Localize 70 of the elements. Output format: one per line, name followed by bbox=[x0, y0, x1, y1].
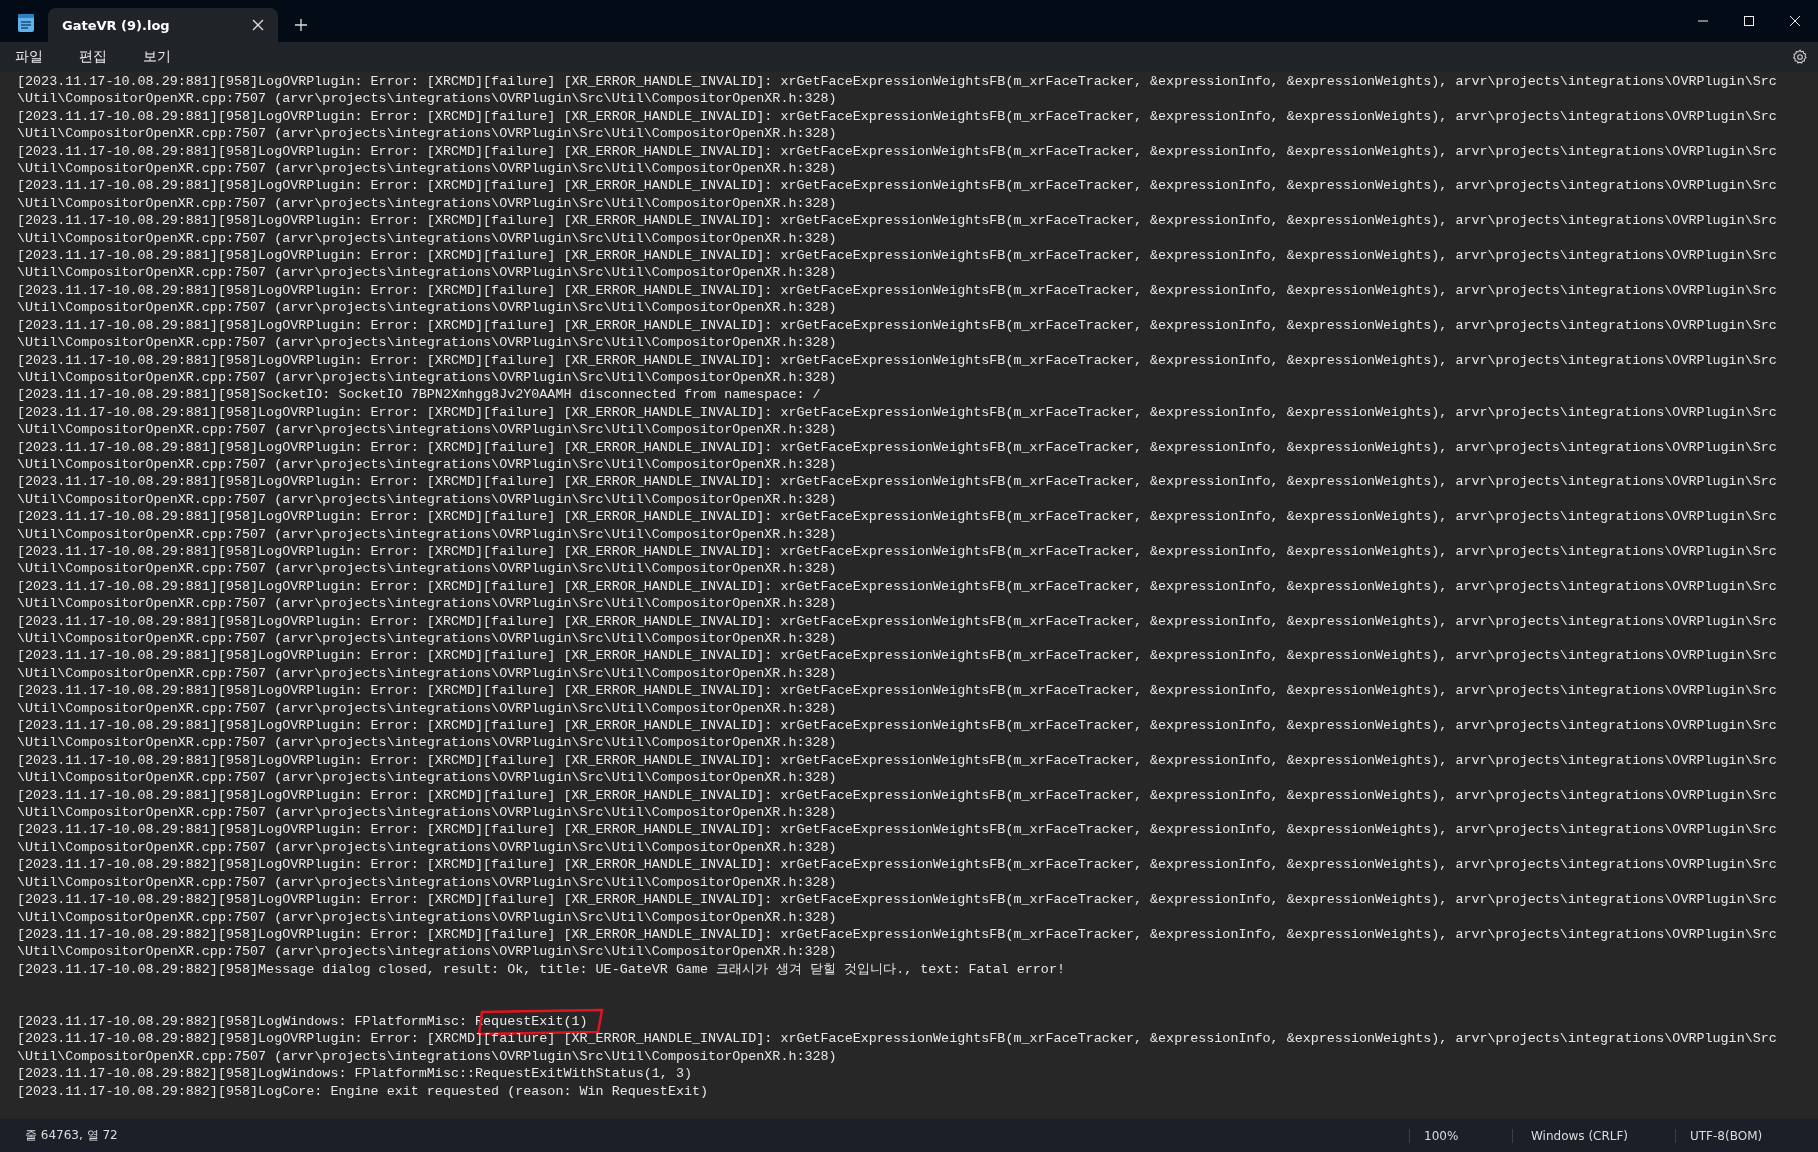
log-line: \Util\CompositorOpenXR.cpp:7507 (arvr\projects\integrations\OVRPlugin\Src\Util\CompositorOpenXR.h:328) bbox=[17, 194, 837, 213]
log-line: \Util\CompositorOpenXR.cpp:7507 (arvr\projects\integrations\OVRPlugin\Src\Util\CompositorOpenXR.h:328) bbox=[17, 455, 837, 474]
log-line: [2023.11.17-10.08.29:881][958]LogOVRPlugin: Error: [XRCMD][failure] [XR_ERROR_HANDLE_INVALID]: xrGetFaceExpressionWeightsFB(m_xrFaceTracker, &expressionInfo, &expressionWeights), arvr\projects\integrations\OVRPlugin\Src bbox=[17, 212, 1777, 230]
log-line: [2023.11.17-10.08.29:881][958]LogOVRPlugin: Error: [XRCMD][failure] [XR_ERROR_HANDLE_INVALID]: xrGetFaceExpressionWeightsFB(m_xrFaceTracker, &expressionInfo, &expressionWeights), arvr\projects\integrations\OVRPlugin\Src bbox=[17, 142, 1777, 161]
log-line: \Util\CompositorOpenXR.cpp:7507 (arvr\projects\integrations\OVRPlugin\Src\Util\CompositorOpenXR.h:328) bbox=[17, 525, 837, 543]
cursor-position: 줄 64763, 열 72 bbox=[24, 1127, 119, 1144]
log-line: \Util\CompositorOpenXR.cpp:7507 (arvr\projects\integrations\OVRPlugin\Src\Util\CompositorOpenXR.h:328) bbox=[17, 838, 837, 857]
notepad-icon bbox=[16, 13, 36, 33]
log-line: \Util\CompositorOpenXR.cpp:7507 (arvr\projects\integrations\OVRPlugin\Src\Util\CompositorOpenXR.h:328) bbox=[17, 699, 837, 718]
log-line: [2023.11.17-10.08.29:882][958]Message dialog closed, result: Ok, title: UE-GateVR Game 크래시가 생겨 닫힐 것입니다., text: Fatal error! bbox=[17, 960, 1065, 979]
log-line: \Util\CompositorOpenXR.cpp:7507 (arvr\projects\integrations\OVRPlugin\Src\Util\CompositorOpenXR.h:328) bbox=[17, 125, 837, 143]
log-line: \Util\CompositorOpenXR.cpp:7507 (arvr\projects\integrations\OVRPlugin\Src\Util\CompositorOpenXR.h:328) bbox=[17, 908, 837, 926]
log-line: [2023.11.17-10.08.29:881][958]LogOVRPlugin: Error: [XRCMD][failure] [XR_ERROR_HANDLE_INVALID]: xrGetFaceExpressionWeightsFB(m_xrFaceTracker, &expressionInfo, &expressionWeights), arvr\projects\integrations\OVRPlugin\Src bbox=[17, 247, 1777, 265]
log-line: \Util\CompositorOpenXR.cpp:7507 (arvr\projects\integrations\OVRPlugin\Src\Util\CompositorOpenXR.h:328) bbox=[17, 421, 837, 439]
log-line: [2023.11.17-10.08.29:881][958]LogOVRPlugin: Error: [XRCMD][failure] [XR_ERROR_HANDLE_INVALID]: xrGetFaceExpressionWeightsFB(m_xrFaceTracker, &expressionInfo, &expressionWeights), arvr\projects\integrations\OVRPlugin\Src bbox=[17, 786, 1777, 805]
log-line: \Util\CompositorOpenXR.cpp:7507 (arvr\projects\integrations\OVRPlugin\Src\Util\CompositorOpenXR.h:328) bbox=[17, 873, 837, 892]
log-line: [2023.11.17-10.08.29:882][958]LogOVRPlugin: Error: [XRCMD][failure] [XR_ERROR_HANDLE_INVALID]: xrGetFaceExpressionWeightsFB(m_xrFaceTracker, &expressionInfo, &expressionWeights), arvr\projects\integrations\OVRPlugin\Src bbox=[17, 925, 1777, 944]
file-tab[interactable]: GateVR (9).log bbox=[48, 8, 278, 42]
log-line: [2023.11.17-10.08.29:881][958]SocketIO: SocketIO 7BPN2Xmhgg8Jv2Y0AAMH disconnected from namespace: / bbox=[17, 386, 821, 404]
log-line: [2023.11.17-10.08.29:881][958]LogOVRPlugin: Error: [XRCMD][failure] [XR_ERROR_HANDLE_INVALID]: xrGetFaceExpressionWeightsFB(m_xrFaceTracker, &expressionInfo, &expressionWeights), arvr\projects\integrations\OVRPlugin\Src bbox=[17, 438, 1777, 456]
log-line: \Util\CompositorOpenXR.cpp:7507 (arvr\projects\integrations\OVRPlugin\Src\Util\CompositorOpenXR.h:328) bbox=[17, 664, 837, 683]
log-line: [2023.11.17-10.08.29:881][958]LogOVRPlugin: Error: [XRCMD][failure] [XR_ERROR_HANDLE_INVALID]: xrGetFaceExpressionWeightsFB(m_xrFaceTracker, &expressionInfo, &expressionWeights), arvr\projects\integrations\OVRPlugin\Src bbox=[17, 751, 1777, 770]
log-line: [2023.11.17-10.08.29:881][958]LogOVRPlugin: Error: [XRCMD][failure] [XR_ERROR_HANDLE_INVALID]: xrGetFaceExpressionWeightsFB(m_xrFaceTracker, &expressionInfo, &expressionWeights), arvr\projects\integrations\OVRPlugin\Src bbox=[17, 508, 1777, 526]
log-line: [2023.11.17-10.08.29:882][958]LogCore: Engine exit requested (reason: Win RequestExit) bbox=[17, 1082, 709, 1100]
log-line: \Util\CompositorOpenXR.cpp:7507 (arvr\projects\integrations\OVRPlugin\Src\Util\CompositorOpenXR.h:328) bbox=[17, 1047, 837, 1066]
log-line: [2023.11.17-10.08.29:881][958]LogOVRPlugin: Error: [XRCMD][failure] [XR_ERROR_HANDLE_INVALID]: xrGetFaceExpressionWeightsFB(m_xrFaceTracker, &expressionInfo, &expressionWeights), arvr\projects\integrations\OVRPlugin\Src bbox=[17, 682, 1777, 700]
log-line: [2023.11.17-10.08.29:882][958]LogOVRPlugin: Error: [XRCMD][failure] [XR_ERROR_HANDLE_INVALID]: xrGetFaceExpressionWeightsFB(m_xrFaceTracker, &expressionInfo, &expressionWeights), arvr\projects\integrations\OVRPlugin\Src bbox=[17, 891, 1777, 909]
log-line: [2023.11.17-10.08.29:881][958]LogOVRPlugin: Error: [XRCMD][failure] [XR_ERROR_HANDLE_INVALID]: xrGetFaceExpressionWeightsFB(m_xrFaceTracker, &expressionInfo, &expressionWeights), arvr\projects\integrations\OVRPlugin\Src bbox=[17, 73, 1777, 91]
line-ending: Windows (CRLF) bbox=[1512, 1128, 1675, 1143]
log-line: \Util\CompositorOpenXR.cpp:7507 (arvr\projects\integrations\OVRPlugin\Src\Util\CompositorOpenXR.h:328) bbox=[17, 943, 837, 961]
log-line: \Util\CompositorOpenXR.cpp:7507 (arvr\projects\integrations\OVRPlugin\Src\Util\CompositorOpenXR.h:328) bbox=[17, 560, 837, 578]
log-line: [2023.11.17-10.08.29:881][958]LogOVRPlugin: Error: [XRCMD][failure] [XR_ERROR_HANDLE_INVALID]: xrGetFaceExpressionWeightsFB(m_xrFaceTracker, &expressionInfo, &expressionWeights), arvr\projects\integrations\OVRPlugin\Src bbox=[17, 542, 1777, 561]
menu-item[interactable]: 파일 bbox=[6, 45, 52, 69]
log-line: \Util\CompositorOpenXR.cpp:7507 (arvr\projects\integrations\OVRPlugin\Src\Util\CompositorOpenXR.h:328) bbox=[17, 90, 837, 108]
log-line: [2023.11.17-10.08.29:882][958]LogOVRPlugin: Error: [XRCMD][failure] [XR_ERROR_HANDLE_INVALID]: xrGetFaceExpressionWeightsFB(m_xrFaceTracker, &expressionInfo, &expressionWeights), arvr\projects\integrations\OVRPlugin\Src bbox=[17, 856, 1777, 874]
log-line: \Util\CompositorOpenXR.cpp:7507 (arvr\projects\integrations\OVRPlugin\Src\Util\CompositorOpenXR.h:328) bbox=[17, 299, 837, 317]
log-line: [2023.11.17-10.08.29:881][958]LogOVRPlugin: Error: [XRCMD][failure] [XR_ERROR_HANDLE_INVALID]: xrGetFaceExpressionWeightsFB(m_xrFaceTracker, &expressionInfo, &expressionWeights), arvr\projects\integrations\OVRPlugin\Src bbox=[17, 351, 1777, 369]
encoding: UTF-8(BOM) bbox=[1675, 1128, 1818, 1143]
menu-item[interactable]: 편집 bbox=[70, 45, 116, 69]
log-line: [2023.11.17-10.08.29:881][958]LogOVRPlugin: Error: [XRCMD][failure] [XR_ERROR_HANDLE_INVALID]: xrGetFaceExpressionWeightsFB(m_xrFaceTracker, &expressionInfo, &expressionWeights), arvr\projects\integrations\OVRPlugin\Src bbox=[17, 177, 1777, 195]
maximize-icon[interactable] bbox=[1743, 15, 1755, 27]
log-line: [2023.11.17-10.08.29:881][958]LogOVRPlugin: Error: [XRCMD][failure] [XR_ERROR_HANDLE_INVALID]: xrGetFaceExpressionWeightsFB(m_xrFaceTracker, &expressionInfo, &expressionWeights), arvr\projects\integrations\OVRPlugin\Src bbox=[17, 107, 1777, 126]
close-icon[interactable] bbox=[252, 19, 264, 31]
settings-icon[interactable] bbox=[1792, 49, 1808, 65]
log-line: \Util\CompositorOpenXR.cpp:7507 (arvr\projects\integrations\OVRPlugin\Src\Util\CompositorOpenXR.h:328) bbox=[17, 229, 837, 248]
log-line: \Util\CompositorOpenXR.cpp:7507 (arvr\projects\integrations\OVRPlugin\Src\Util\CompositorOpenXR.h:328) bbox=[17, 264, 837, 282]
log-line: [2023.11.17-10.08.29:881][958]LogOVRPlugin: Error: [XRCMD][failure] [XR_ERROR_HANDLE_INVALID]: xrGetFaceExpressionWeightsFB(m_xrFaceTracker, &expressionInfo, &expressionWeights), arvr\projects\integrations\OVRPlugin\Src bbox=[17, 717, 1777, 735]
log-line: \Util\CompositorOpenXR.cpp:7507 (arvr\projects\integrations\OVRPlugin\Src\Util\CompositorOpenXR.h:328) bbox=[17, 595, 837, 613]
close-icon[interactable] bbox=[1789, 15, 1801, 27]
log-line: \Util\CompositorOpenXR.cpp:7507 (arvr\projects\integrations\OVRPlugin\Src\Util\CompositorOpenXR.h:328) bbox=[17, 490, 837, 509]
add-tab-icon[interactable] bbox=[294, 18, 308, 32]
log-line: [2023.11.17-10.08.29:881][958]LogOVRPlugin: Error: [XRCMD][failure] [XR_ERROR_HANDLE_INVALID]: xrGetFaceExpressionWeightsFB(m_xrFaceTracker, &expressionInfo, &expressionWeights), arvr\projects\integrations\OVRPlugin\Src bbox=[17, 821, 1777, 839]
log-line: \Util\CompositorOpenXR.cpp:7507 (arvr\projects\integrations\OVRPlugin\Src\Util\CompositorOpenXR.h:328) bbox=[17, 334, 837, 352]
log-line: \Util\CompositorOpenXR.cpp:7507 (arvr\projects\integrations\OVRPlugin\Src\Util\CompositorOpenXR.h:328) bbox=[17, 368, 837, 387]
log-line: [2023.11.17-10.08.29:881][958]LogOVRPlugin: Error: [XRCMD][failure] [XR_ERROR_HANDLE_INVALID]: xrGetFaceExpressionWeightsFB(m_xrFaceTracker, &expressionInfo, &expressionWeights), arvr\projects\integrations\OVRPlugin\Src bbox=[17, 316, 1777, 335]
log-line: [2023.11.17-10.08.29:882][958]LogWindows: FPlatformMisc::RequestExitWithStatus(1, 3) bbox=[17, 1065, 692, 1083]
log-line: \Util\CompositorOpenXR.cpp:7507 (arvr\projects\integrations\OVRPlugin\Src\Util\CompositorOpenXR.h:328) bbox=[17, 769, 837, 787]
zoom-level: 100% bbox=[1409, 1128, 1512, 1143]
log-line: [2023.11.17-10.08.29:881][958]LogOVRPlugin: Error: [XRCMD][failure] [XR_ERROR_HANDLE_INVALID]: xrGetFaceExpressionWeightsFB(m_xrFaceTracker, &expressionInfo, &expressionWeights), arvr\projects\integrations\OVRPlugin\Src bbox=[17, 577, 1777, 596]
log-line: [2023.11.17-10.08.29:881][958]LogOVRPlugin: Error: [XRCMD][failure] [XR_ERROR_HANDLE_INVALID]: xrGetFaceExpressionWeightsFB(m_xrFaceTracker, &expressionInfo, &expressionWeights), arvr\projects\integrations\OVRPlugin\Src bbox=[17, 612, 1777, 630]
log-line: [2023.11.17-10.08.29:881][958]LogOVRPlugin: Error: [XRCMD][failure] [XR_ERROR_HANDLE_INVALID]: xrGetFaceExpressionWeightsFB(m_xrFaceTracker, &expressionInfo, &expressionWeights), arvr\projects\integrations\OVRPlugin\Src bbox=[17, 281, 1777, 300]
log-line: [2023.11.17-10.08.29:881][958]LogOVRPlugin: Error: [XRCMD][failure] [XR_ERROR_HANDLE_INVALID]: xrGetFaceExpressionWeightsFB(m_xrFaceTracker, &expressionInfo, &expressionWeights), arvr\projects\integrations\OVRPlugin\Src bbox=[17, 647, 1777, 665]
log-line: [2023.11.17-10.08.29:882][958]LogOVRPlugin: Error: [XRCMD][failure] [XR_ERROR_HANDLE_INVALID]: xrGetFaceExpressionWeightsFB(m_xrFaceTracker, &expressionInfo, &expressionWeights), arvr\projects\integrations\OVRPlugin\Src bbox=[17, 1030, 1777, 1048]
log-line: \Util\CompositorOpenXR.cpp:7507 (arvr\projects\integrations\OVRPlugin\Src\Util\CompositorOpenXR.h:328) bbox=[17, 804, 837, 822]
log-line: [2023.11.17-10.08.29:881][958]LogOVRPlugin: Error: [XRCMD][failure] [XR_ERROR_HANDLE_INVALID]: xrGetFaceExpressionWeightsFB(m_xrFaceTracker, &expressionInfo, &expressionWeights), arvr\projects\integrations\OVRPlugin\Src bbox=[17, 403, 1777, 422]
log-line: \Util\CompositorOpenXR.cpp:7507 (arvr\projects\integrations\OVRPlugin\Src\Util\CompositorOpenXR.h:328) bbox=[17, 160, 837, 178]
menu-item[interactable]: 보기 bbox=[134, 45, 180, 69]
log-line: \Util\CompositorOpenXR.cpp:7507 (arvr\projects\integrations\OVRPlugin\Src\Util\CompositorOpenXR.h:328) bbox=[17, 734, 837, 752]
log-line: \Util\CompositorOpenXR.cpp:7507 (arvr\projects\integrations\OVRPlugin\Src\Util\CompositorOpenXR.h:328) bbox=[17, 630, 837, 648]
log-line: [2023.11.17-10.08.29:881][958]LogOVRPlugin: Error: [XRCMD][failure] [XR_ERROR_HANDLE_INVALID]: xrGetFaceExpressionWeightsFB(m_xrFaceTracker, &expressionInfo, &expressionWeights), arvr\projects\integrations\OVRPlugin\Src bbox=[17, 473, 1777, 491]
